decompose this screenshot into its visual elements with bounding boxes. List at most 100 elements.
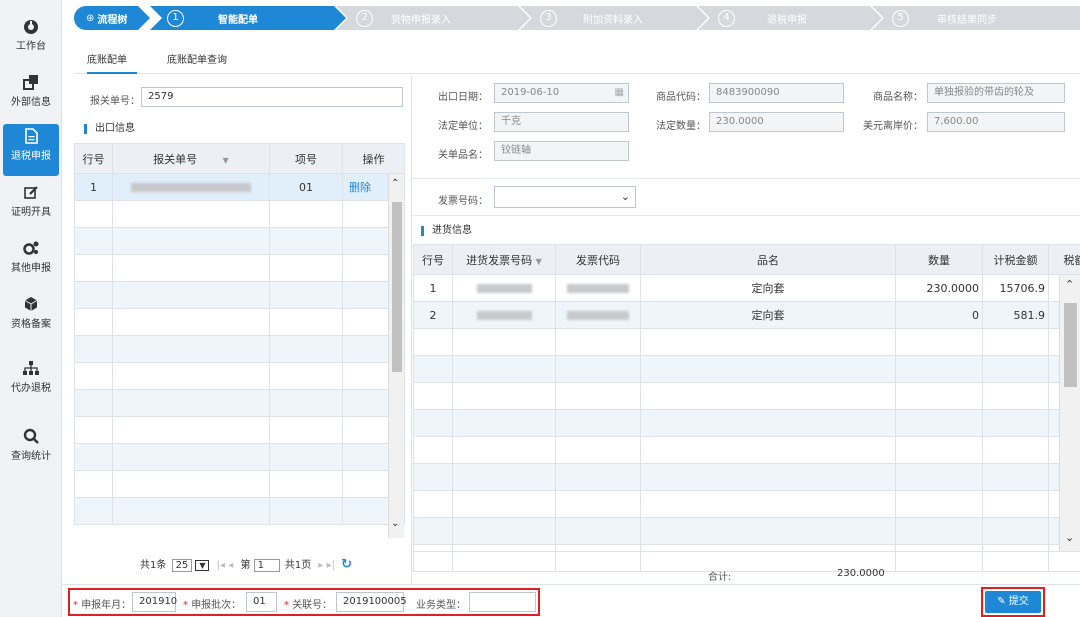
dropdown-icon[interactable]: ▼ xyxy=(195,560,210,571)
column-header-sortable[interactable]: 报关单号 ▼ xyxy=(112,143,270,174)
chevron-down-icon[interactable]: ⌄ xyxy=(1065,531,1074,544)
page-input[interactable]: 1 xyxy=(253,559,280,572)
refresh-icon[interactable]: ↻ xyxy=(341,557,352,572)
sidebar-item-qualification[interactable]: 资格备案 xyxy=(3,292,59,344)
step-4[interactable]: 4 退税申报 xyxy=(698,6,884,30)
tab-bar: 底账配单 底账配单查询 xyxy=(74,44,1080,74)
tab-ledger-match[interactable]: 底账配单 xyxy=(87,51,137,74)
redacted-value xyxy=(112,173,270,201)
column-header: 项号 xyxy=(269,143,343,174)
legal-unit-field: 千克 xyxy=(494,112,629,132)
step-2[interactable]: 2 货物申报录入 xyxy=(336,6,532,30)
flow-tree-button[interactable]: ⊛ 流程树 xyxy=(74,6,152,30)
step-3[interactable]: 3 附加资料录入 xyxy=(520,6,710,30)
cube-icon xyxy=(24,297,38,311)
edit-icon: ✎ xyxy=(997,596,1006,607)
pager: 共1条 25 ▼ |◂ ◂ 第 1 共1页 ▸ ▸| ↻ xyxy=(140,557,353,572)
sidebar-item-other[interactable]: 其他申报 xyxy=(3,236,59,288)
chevron-up-icon[interactable]: ⌃ xyxy=(1065,278,1074,291)
declare-year-input[interactable]: 201910 xyxy=(132,592,177,612)
customs-name-label: 关单品名： xyxy=(438,150,488,161)
sidebar-item-query[interactable]: 查询统计 xyxy=(3,424,59,476)
sidebar-item-workbench[interactable]: 工作台 xyxy=(3,14,59,66)
commodity-name-field: 单独报验的带齿的轮及 xyxy=(927,83,1065,103)
column-header: 行号 xyxy=(413,244,453,275)
left-scrollbar[interactable]: ⌃ ⌄ xyxy=(388,174,404,538)
customs-name-field: 铰链轴 xyxy=(494,141,629,161)
redacted-value xyxy=(555,301,641,329)
batch-label: * 申报批次： xyxy=(183,600,242,611)
export-table: 行号 报关单号 ▼ 项号 操作 1 01 删除 xyxy=(74,143,405,525)
invoice-no-select[interactable]: ⌄ xyxy=(494,186,636,208)
table-row[interactable]: 1 定向套 230.0000 15706.9 2513.1 删除 xyxy=(413,274,1080,302)
table-row[interactable]: 1 01 删除 xyxy=(74,173,405,201)
redacted-value xyxy=(555,274,641,302)
sidebar-item-label: 查询统计 xyxy=(11,451,51,462)
windows-icon xyxy=(23,75,38,90)
submit-button[interactable]: ✎ 提交 xyxy=(985,591,1041,613)
declaration-no-label: 报关单号： xyxy=(90,96,140,107)
declaration-no-input[interactable]: 2579 xyxy=(141,87,403,107)
footer-bar: * 申报年月： 201910 * 申报批次： 01 * 关联号： 2019100… xyxy=(62,584,1080,617)
sidebar-item-label: 资格备案 xyxy=(11,319,51,330)
code-label: 商品代码： xyxy=(656,92,706,103)
scroll-thumb[interactable] xyxy=(392,202,402,372)
sidebar-item-label: 代办退税 xyxy=(11,383,51,394)
calendar-icon: ▦ xyxy=(614,87,624,98)
redacted-value xyxy=(452,274,556,302)
sidebar-item-tax-refund[interactable]: 退税申报 xyxy=(3,124,59,176)
total-label: 合计: xyxy=(708,572,732,583)
redacted-value xyxy=(452,301,556,329)
step-bar: ⊛ 流程树 1 智能配单 2 货物申报录入 3 附加资料录入 4 退税申报 5 … xyxy=(74,6,1080,30)
name-label: 商品名称： xyxy=(873,92,923,103)
sitemap-icon xyxy=(23,361,39,375)
dashboard-icon xyxy=(24,20,38,34)
sidebar-item-label: 其他申报 xyxy=(11,263,51,274)
main-content: ⊛ 流程树 1 智能配单 2 货物申报录入 3 附加资料录入 4 退税申报 5 … xyxy=(62,0,1080,617)
legal-qty-field: 230.0000 xyxy=(709,112,844,132)
sidebar-item-label: 外部信息 xyxy=(11,97,51,108)
divider xyxy=(411,76,412,584)
column-header-sortable[interactable]: 进货发票号码 ▼ xyxy=(452,244,556,275)
sidebar-item-agent[interactable]: 代办退税 xyxy=(3,356,59,408)
first-page-icon[interactable]: |◂ ◂ xyxy=(217,560,234,571)
column-header: 发票代码 xyxy=(555,244,641,275)
purchase-info-title: 进货信息 xyxy=(421,226,472,236)
scroll-thumb[interactable] xyxy=(1064,303,1077,387)
tab-ledger-query[interactable]: 底账配单查询 xyxy=(167,51,227,74)
unit-label: 法定单位： xyxy=(438,121,488,132)
step-5[interactable]: 5 审核结果同步 xyxy=(872,6,1080,30)
column-header: 品名 xyxy=(640,244,896,275)
chevron-up-icon[interactable]: ⌃ xyxy=(391,178,399,189)
right-scrollbar[interactable]: ⌃ ⌄ xyxy=(1059,275,1080,551)
column-header: 行号 xyxy=(74,143,113,174)
sidebar: 工作台 外部信息 退税申报 证明开具 其他申报 资格备案 代办退税 查询统计 xyxy=(0,0,62,617)
total-qty: 230.0000 xyxy=(837,568,885,579)
chevron-down-icon: ⌄ xyxy=(620,190,630,203)
purchase-table: 行号 进货发票号码 ▼ 发票代码 品名 数量 计税金额 税额 操作 1 定向套 … xyxy=(413,244,1080,572)
invoice-no-label: 发票号码： xyxy=(438,196,488,207)
column-header: 数量 xyxy=(895,244,983,275)
sidebar-item-label: 退税申报 xyxy=(11,151,51,162)
column-header: 操作 xyxy=(342,143,405,174)
divider xyxy=(412,215,1080,216)
sidebar-item-external[interactable]: 外部信息 xyxy=(3,70,59,122)
link-label: * 关联号： xyxy=(284,600,333,611)
column-header: 计税金额 xyxy=(982,244,1049,275)
export-date-field: 2019-06-10 ▦ xyxy=(494,83,629,103)
link-no-input[interactable]: 2019100005 xyxy=(336,592,407,612)
export-info-title: 出口信息 xyxy=(84,124,135,134)
table-row[interactable]: 2 定向套 0 581.9 93.1 删除 xyxy=(413,301,1080,329)
chevron-down-icon[interactable]: ⌄ xyxy=(391,518,399,529)
qty-label: 法定数量： xyxy=(656,121,706,132)
sidebar-item-certificate[interactable]: 证明开具 xyxy=(3,180,59,232)
sort-down-icon: ▼ xyxy=(222,155,229,165)
divider xyxy=(413,551,1080,552)
page-size-select[interactable]: 25 xyxy=(171,559,193,572)
step-1[interactable]: 1 智能配单 xyxy=(150,6,348,30)
sort-down-icon: ▼ xyxy=(535,256,542,266)
sidebar-item-label: 工作台 xyxy=(16,41,46,52)
last-page-icon[interactable]: ▸ ▸| xyxy=(318,560,335,571)
declare-batch-input[interactable]: 01 xyxy=(246,592,277,612)
biz-type-input[interactable] xyxy=(469,592,536,612)
